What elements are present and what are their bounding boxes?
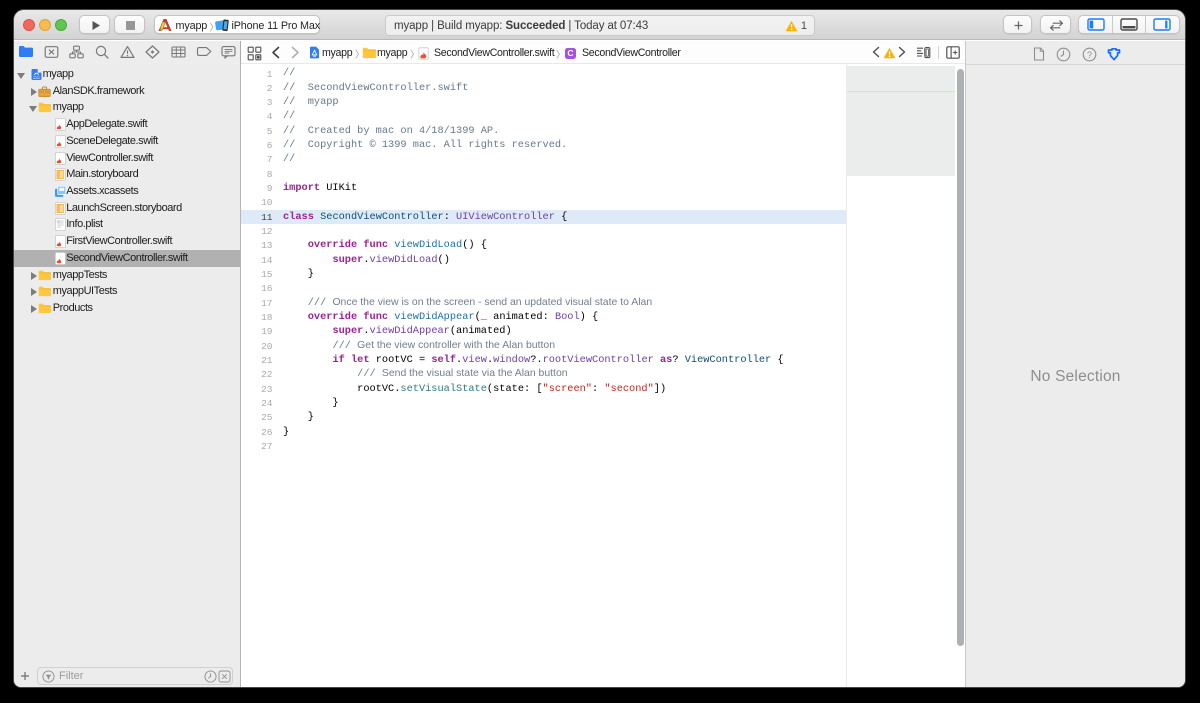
svg-text:?: ? bbox=[1086, 50, 1091, 60]
